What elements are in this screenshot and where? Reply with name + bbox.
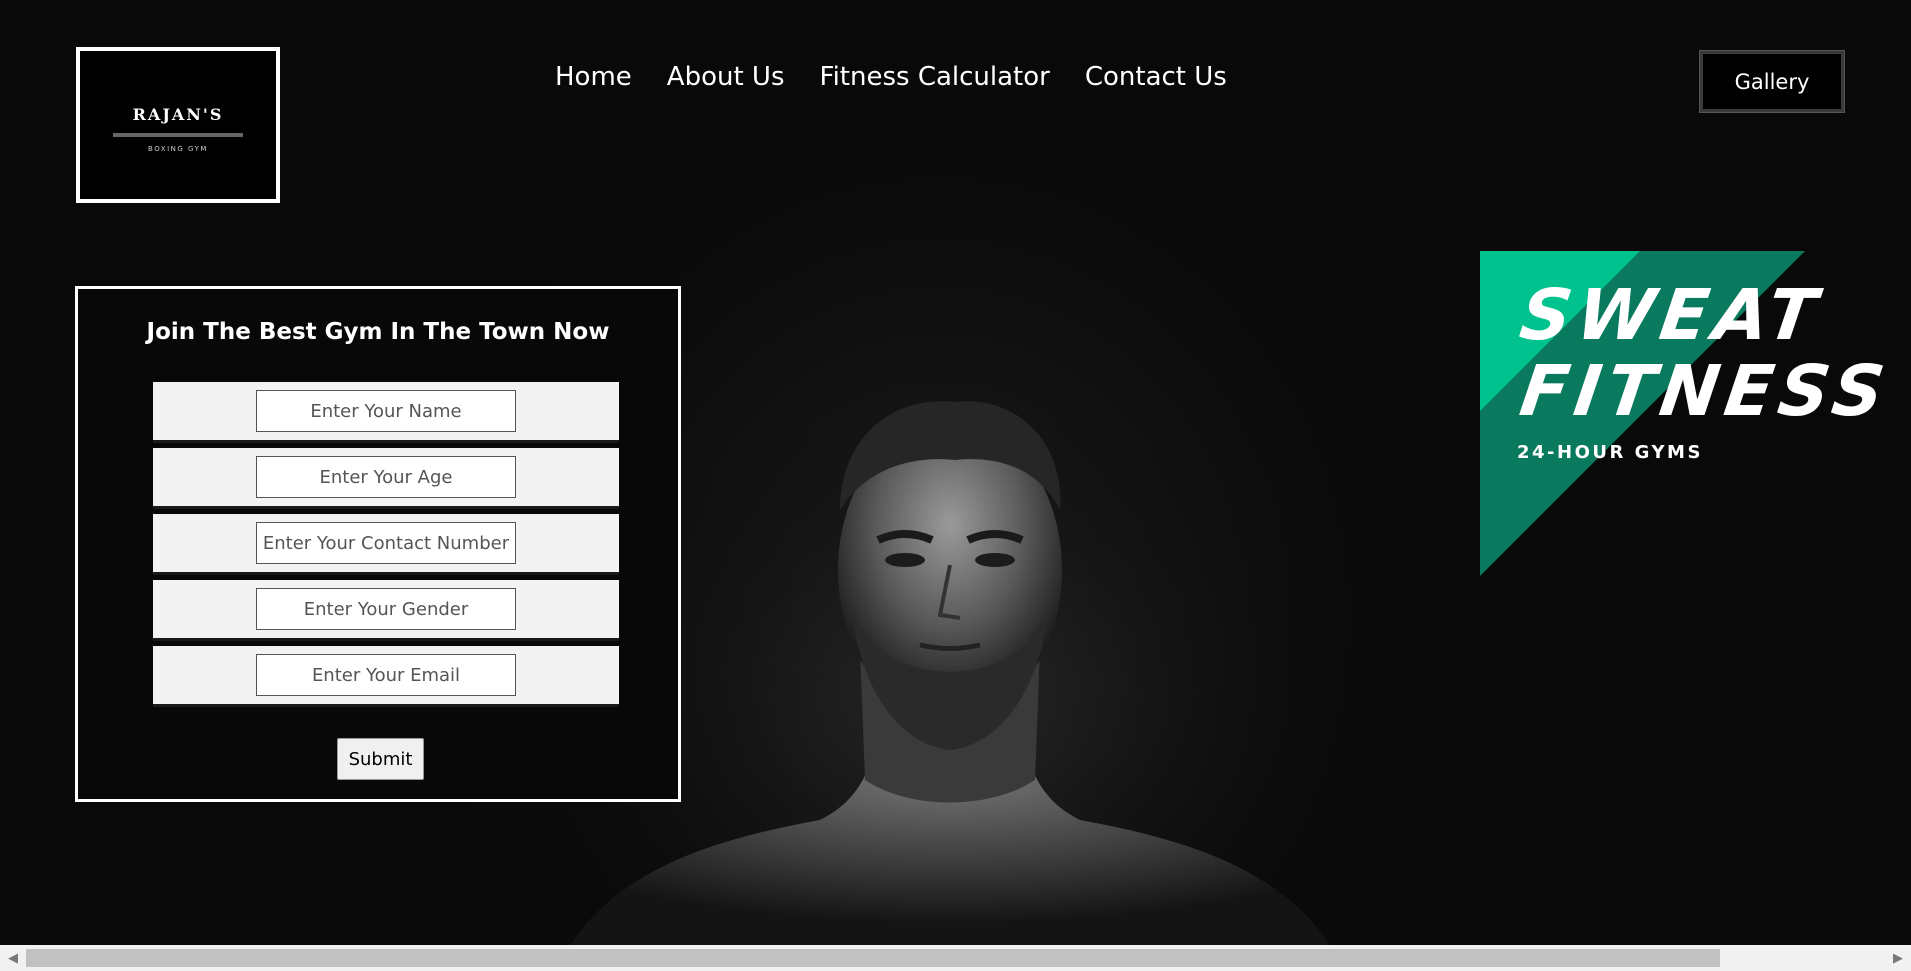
brand-line-fitness: FITNESS [1515, 350, 1896, 432]
nav-fitness-calculator[interactable]: Fitness Calculator [820, 62, 1050, 92]
gender-field-row [153, 580, 619, 638]
gender-input[interactable] [256, 588, 516, 630]
nav-home[interactable]: Home [555, 62, 632, 92]
email-input[interactable] [256, 654, 516, 696]
gym-logo[interactable]: RAJAN'S BOXING GYM [76, 47, 280, 203]
scroll-right-icon[interactable]: ▶ [1887, 945, 1909, 971]
gallery-button[interactable]: Gallery [1699, 50, 1845, 113]
form-title: Join The Best Gym In The Town Now [146, 319, 610, 345]
brand-text: SWEAT FITNESS 24-HOUR GYMS [1515, 274, 1895, 462]
page: RAJAN'S BOXING GYM Home About Us Fitness… [0, 0, 1911, 971]
logo-title: RAJAN'S [132, 105, 224, 124]
contact-number-input[interactable] [256, 522, 516, 564]
logo-divider [113, 133, 243, 137]
scroll-left-icon[interactable]: ◀ [2, 945, 24, 971]
submit-button[interactable]: Submit [337, 738, 424, 780]
scrollbar-thumb[interactable] [26, 949, 1720, 967]
name-field-row [153, 382, 619, 440]
email-field-row [153, 646, 619, 704]
contact-number-field-row [153, 514, 619, 572]
age-field-row [153, 448, 619, 506]
name-input[interactable] [256, 390, 516, 432]
main-nav: Home About Us Fitness Calculator Contact… [555, 62, 1227, 92]
nav-about-us[interactable]: About Us [667, 62, 785, 92]
logo-subtitle: BOXING GYM [148, 145, 208, 153]
brand-tagline: 24-HOUR GYMS [1517, 442, 1703, 463]
join-form: Join The Best Gym In The Town Now Submit [75, 286, 681, 802]
nav-contact-us[interactable]: Contact Us [1085, 62, 1227, 92]
horizontal-scrollbar[interactable]: ◀ ▶ [0, 945, 1911, 971]
age-input[interactable] [256, 456, 516, 498]
brand-line-sweat: SWEAT [1515, 274, 1828, 356]
